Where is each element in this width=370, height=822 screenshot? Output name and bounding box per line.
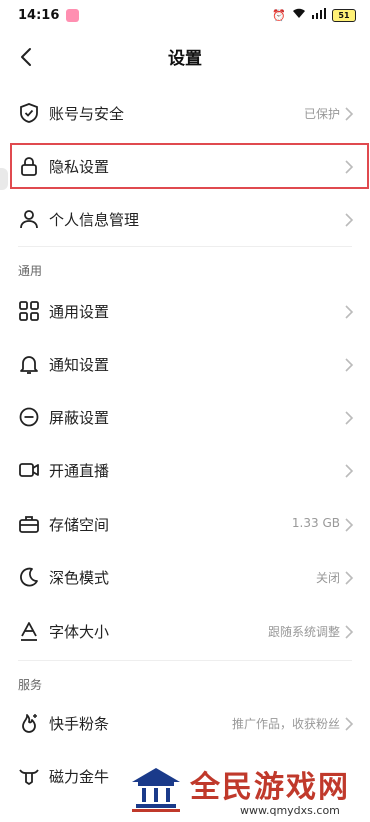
row-value: 跟随系统调整 [267, 625, 340, 639]
row-label: 深色模式 [49, 569, 110, 587]
battery-icon: 51 [332, 8, 356, 22]
video-camera-icon [19, 463, 39, 477]
chevron-right-icon [345, 213, 354, 227]
chevron-right-icon [345, 107, 354, 121]
row-dark-mode[interactable]: 深色模式 关闭 [0, 552, 370, 604]
row-value: 关闭 [315, 571, 340, 585]
flame-plus-icon [22, 714, 37, 733]
highlight-box [10, 143, 369, 189]
divider [18, 246, 352, 247]
row-label: 通知设置 [49, 356, 110, 374]
temple-logo-icon [132, 768, 180, 812]
row-storage[interactable]: 存储空间 1.33 GB [0, 499, 370, 551]
divider [18, 660, 352, 661]
row-account-security[interactable]: 账号与安全 已保护 [0, 88, 370, 140]
row-general-settings[interactable]: 通用设置 [0, 286, 370, 338]
row-value: 已保护 [303, 107, 340, 121]
row-value: 推广作品，收获粉丝 [231, 717, 340, 731]
section-title-general: 通用 [18, 264, 43, 278]
chevron-right-icon [345, 464, 354, 478]
row-block-settings[interactable]: 屏蔽设置 [0, 392, 370, 444]
grid-icon [19, 301, 39, 321]
chevron-right-icon [345, 358, 354, 372]
app-notification-icon [66, 9, 79, 22]
row-value: 1.33 GB [291, 516, 340, 530]
page-title: 设置 [168, 49, 202, 69]
row-label: 存储空间 [49, 516, 110, 534]
row-label: 开通直播 [49, 462, 110, 480]
moon-icon [20, 567, 38, 587]
wifi-icon [292, 8, 306, 22]
row-font-size[interactable]: 字体大小 跟随系统调整 [0, 606, 370, 658]
watermark-url: www.qmydxs.com [240, 804, 340, 817]
chevron-right-icon [345, 571, 354, 585]
chevron-right-icon [345, 518, 354, 532]
status-indicators: ⏰ 51 [272, 8, 356, 22]
watermark: 全民游戏网 www.qmydxs.com [120, 756, 370, 822]
chevron-right-icon [345, 305, 354, 319]
shield-check-icon [20, 103, 38, 123]
section-title-service: 服务 [18, 678, 43, 692]
row-label: 磁力金牛 [49, 768, 110, 786]
row-label: 账号与安全 [49, 105, 125, 123]
bull-icon [19, 769, 39, 785]
alarm-icon: ⏰ [272, 8, 286, 22]
block-icon [19, 407, 39, 427]
nav-bar: 设置 [0, 32, 370, 80]
status-bar: 14:16 ⏰ 51 [0, 0, 370, 32]
chevron-right-icon [345, 717, 354, 731]
bell-icon [20, 356, 38, 374]
status-time: 14:16 [18, 8, 60, 23]
edge-handle[interactable] [0, 168, 8, 190]
briefcase-icon [19, 516, 39, 533]
user-icon [20, 210, 38, 229]
row-label: 字体大小 [49, 623, 110, 641]
row-label: 快手粉条 [49, 715, 110, 733]
chevron-right-icon [345, 625, 354, 639]
signal-icon [312, 8, 326, 22]
row-personal-info[interactable]: 个人信息管理 [0, 194, 370, 246]
row-label: 个人信息管理 [49, 211, 140, 229]
row-notification-settings[interactable]: 通知设置 [0, 339, 370, 391]
row-label: 屏蔽设置 [49, 409, 110, 427]
chevron-right-icon [345, 411, 354, 425]
row-label: 通用设置 [49, 303, 110, 321]
row-start-live[interactable]: 开通直播 [0, 445, 370, 497]
row-promotion[interactable]: 快手粉条 推广作品，收获粉丝 [0, 698, 370, 750]
watermark-text: 全民游戏网 [190, 770, 350, 805]
font-size-icon [21, 622, 37, 641]
